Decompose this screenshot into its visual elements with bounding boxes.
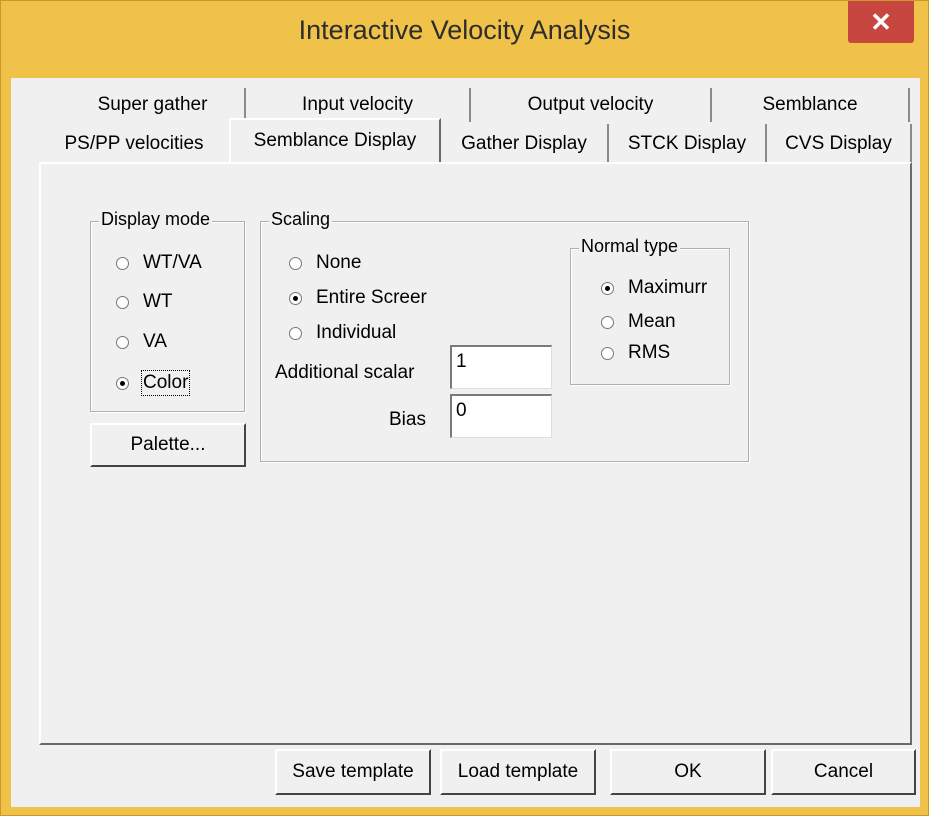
palette-button[interactable]: Palette... <box>90 423 246 467</box>
radio-label: WT/VA <box>143 252 202 273</box>
normal-type-group: Normal type Maximurr Mean RMS <box>570 236 730 385</box>
radio-rms[interactable]: RMS <box>601 342 670 364</box>
radio-va[interactable]: VA <box>116 331 167 353</box>
radio-circle <box>289 291 302 305</box>
additional-scalar-label: Additional scalar <box>275 362 415 383</box>
radio-circle <box>289 326 302 340</box>
tab-ps-pp-velocities[interactable]: PS/PP velocities <box>39 124 229 164</box>
radio-circle <box>289 256 302 270</box>
tab-panel-semblance-display: Display mode WT/VA WT VA Color Palette..… <box>39 162 912 745</box>
radio-circle <box>116 295 129 309</box>
radio-label: WT <box>143 291 173 312</box>
scaling-label: Scaling <box>269 209 333 230</box>
radio-circle <box>116 335 129 349</box>
radio-circle <box>601 346 614 360</box>
bias-label: Bias <box>389 409 426 430</box>
radio-label: None <box>316 252 362 273</box>
dialog-client-area: Super gather Input velocity Output veloc… <box>11 78 920 807</box>
tab-input-velocity[interactable]: Input velocity <box>246 88 471 122</box>
display-mode-group: Display mode WT/VA WT VA Color <box>90 209 245 412</box>
close-button[interactable]: ✕ <box>848 1 914 43</box>
radio-label: Mean <box>628 311 676 332</box>
ok-button[interactable]: OK <box>610 749 766 795</box>
title-bar[interactable]: Interactive Velocity Analysis ✕ <box>1 1 928 77</box>
bias-input[interactable]: 0 <box>450 394 552 438</box>
radio-maximum[interactable]: Maximurr <box>601 277 707 299</box>
radio-wt[interactable]: WT <box>116 291 173 313</box>
radio-individual[interactable]: Individual <box>289 322 396 344</box>
radio-label: Maximurr <box>628 277 708 298</box>
radio-entire-screen[interactable]: Entire Screer <box>289 287 427 309</box>
scaling-group: Scaling None Entire Screer Individual Ad… <box>260 209 749 462</box>
dialog-window: Interactive Velocity Analysis ✕ Super ga… <box>0 0 929 816</box>
radio-label: Color <box>140 370 191 396</box>
display-mode-label: Display mode <box>99 209 213 230</box>
normal-type-label: Normal type <box>579 236 681 257</box>
tab-gather-display[interactable]: Gather Display <box>441 124 609 164</box>
radio-none[interactable]: None <box>289 252 361 274</box>
radio-wt-va[interactable]: WT/VA <box>116 252 202 274</box>
radio-color[interactable]: Color <box>116 370 191 396</box>
additional-scalar-input[interactable]: 1 <box>450 345 552 389</box>
radio-mean[interactable]: Mean <box>601 311 676 333</box>
cancel-button[interactable]: Cancel <box>771 749 916 795</box>
window-title: Interactive Velocity Analysis <box>298 15 631 45</box>
tab-super-gather[interactable]: Super gather <box>61 88 246 122</box>
radio-circle <box>601 281 614 295</box>
save-template-button[interactable]: Save template <box>275 749 431 795</box>
radio-circle <box>601 315 614 329</box>
radio-circle <box>116 256 129 270</box>
radio-label: RMS <box>628 342 671 363</box>
tab-semblance[interactable]: Semblance <box>712 88 910 122</box>
tab-stck-display[interactable]: STCK Display <box>609 124 767 164</box>
tab-output-velocity[interactable]: Output velocity <box>471 88 712 122</box>
close-icon: ✕ <box>870 6 892 37</box>
radio-label: VA <box>143 331 167 352</box>
load-template-button[interactable]: Load template <box>440 749 596 795</box>
radio-label: Entire Screer <box>316 287 427 308</box>
radio-circle <box>116 376 129 390</box>
tab-semblance-display[interactable]: Semblance Display <box>229 118 441 162</box>
tab-cvs-display[interactable]: CVS Display <box>767 124 912 164</box>
radio-label: Individual <box>316 322 397 343</box>
